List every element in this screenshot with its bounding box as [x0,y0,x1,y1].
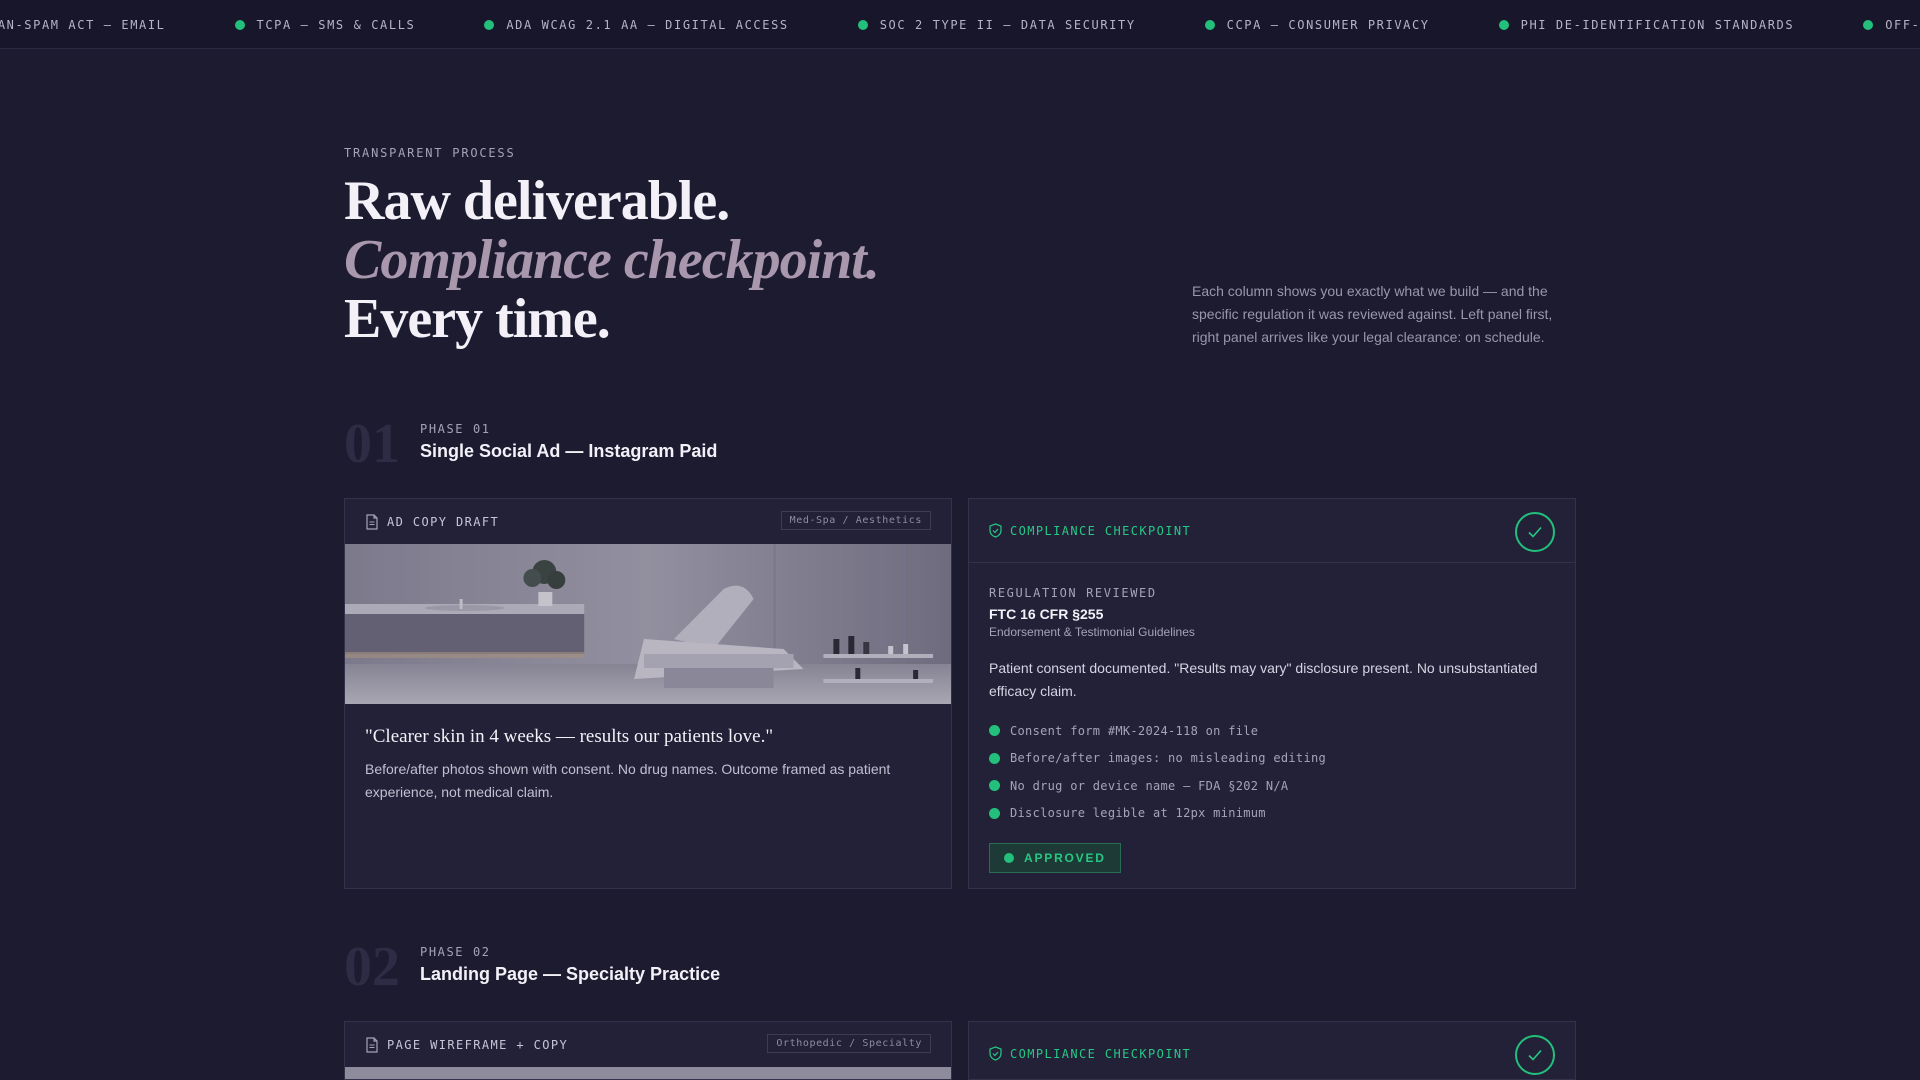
status-dot-icon [1863,19,1874,30]
wireframe-image [345,1067,951,1079]
ticker-item: OFF-LABEL PROMOTION [1863,18,1920,32]
phase-header: 02 PHASE 02 Landing Page — Specialty Pra… [344,937,944,997]
headline-line-2: Compliance checkpoint. [344,229,880,291]
status-dot-icon [484,19,495,30]
approved-dot-icon [1004,853,1014,863]
category-tag: Orthopedic / Specialty [767,1034,931,1053]
approved-status-badge: APPROVED [989,843,1121,873]
status-dot-icon [1498,19,1509,30]
compliance-body: REGULATION REVIEWED FTC 16 CFR §255 Endo… [969,563,1575,873]
ticker-label: CAN-SPAM ACT — EMAIL [0,17,166,32]
ad-description: Before/after photos shown with consent. … [365,761,891,800]
ticker-label: SOC 2 TYPE II — DATA SECURITY [879,17,1136,32]
check-dot-icon [989,807,1000,819]
ticker-label: PHI DE-IDENTIFICATION STANDARDS [1520,17,1795,32]
draft-card-header: AD COPY DRAFT Med-Spa / Aesthetics [345,499,951,544]
document-icon [366,513,378,530]
draft-card: AD COPY DRAFT Med-Spa / Aesthetics "Clea… [344,498,952,889]
compliance-checklist: Consent form #MK-2024-118 on file Before… [989,717,1555,827]
checklist-text: No drug or device name — FDA §202 N/A [1010,778,1289,793]
status-dot-icon [857,19,868,30]
regulation-title: FTC 16 CFR §255 [989,606,1104,622]
check-dot-icon [989,752,1000,764]
shield-icon [989,523,1002,538]
compliance-card: COMPLIANCE CHECKPOINT [968,1021,1576,1080]
checklist-item: Disclosure legible at 12px minimum [989,800,1555,828]
checklist-text: Before/after images: no misleading editi… [1010,751,1327,766]
compliance-label: COMPLIANCE CHECKPOINT [1010,1046,1192,1061]
checklist-item: Consent form #MK-2024-118 on file [989,717,1555,745]
draft-card: PAGE WIREFRAME + COPY Orthopedic / Speci… [344,1021,952,1080]
compliance-card-header: COMPLIANCE CHECKPOINT [969,499,1575,563]
checklist-item: Before/after images: no misleading editi… [989,745,1555,773]
draft-card-label: AD COPY DRAFT [387,514,500,529]
hero-eyebrow: TRANSPARENT PROCESS [344,146,516,160]
approved-check-icon [1515,1035,1555,1075]
regulation-eyebrow: REGULATION REVIEWED [989,586,1157,600]
draft-card-label: PAGE WIREFRAME + COPY [387,1037,569,1052]
checklist-item: No drug or device name — FDA §202 N/A [989,772,1555,800]
ad-headline-quote: "Clearer skin in 4 weeks — results our p… [365,726,774,747]
approved-label: APPROVED [1024,851,1106,865]
ticker-item: SOC 2 TYPE II — DATA SECURITY [857,17,1136,32]
compliance-ticker: CAN-SPAM ACT — EMAIL TCPA — SMS & CALLS … [0,0,1920,49]
phase-eyebrow: PHASE 02 [420,945,491,959]
compliance-card-header: COMPLIANCE CHECKPOINT [969,1022,1575,1079]
ticker-track: CAN-SPAM ACT — EMAIL TCPA — SMS & CALLS … [0,0,1920,48]
ticker-item: ADA WCAG 2.1 AA — DIGITAL ACCESS [484,18,788,32]
status-dot-icon [1204,19,1215,30]
ticker-label: TCPA — SMS & CALLS [256,17,416,32]
ticker-item: CAN-SPAM ACT — EMAIL [0,18,166,32]
compliance-card: COMPLIANCE CHECKPOINT REGULATION REVIEWE… [968,498,1576,889]
hero-headline: Raw deliverable. Compliance checkpoint. … [344,170,880,350]
phase-title: Landing Page — Specialty Practice [420,964,721,984]
ticker-label: CCPA — CONSUMER PRIVACY [1226,17,1430,32]
treatment-room-image [345,544,951,704]
ticker-item: TCPA — SMS & CALLS [234,17,416,32]
ticker-item: PHI DE-IDENTIFICATION STANDARDS [1498,17,1795,32]
check-dot-icon [989,725,1000,737]
headline-line-1: Raw deliverable. [344,170,730,232]
category-tag: Med-Spa / Aesthetics [780,511,931,530]
ticker-label: ADA WCAG 2.1 AA — DIGITAL ACCESS [506,17,789,32]
phase-number: 01 [344,413,400,475]
regulation-subtitle: Endorsement & Testimonial Guidelines [989,625,1195,639]
ticker-item: CCPA — CONSUMER PRIVACY [1204,17,1430,32]
compliance-note: Patient consent documented. "Results may… [989,660,1538,699]
phase-header: 01 PHASE 01 Single Social Ad — Instagram… [344,414,944,474]
ticker-label: OFF-LABEL PROMOTION [1885,17,1920,32]
phase-eyebrow: PHASE 01 [420,422,491,436]
phase-title: Single Social Ad — Instagram Paid [420,441,718,461]
approved-check-icon [1515,512,1555,552]
headline-line-3: Every time. [344,288,611,350]
draft-card-header: PAGE WIREFRAME + COPY Orthopedic / Speci… [345,1022,951,1067]
phase-number: 02 [344,936,400,998]
document-icon [366,1036,378,1053]
checklist-text: Consent form #MK-2024-118 on file [1010,723,1259,738]
shield-icon [989,1046,1002,1061]
compliance-label: COMPLIANCE CHECKPOINT [1010,523,1192,538]
hero-intro: Each column shows you exactly what we bu… [1192,283,1553,345]
checklist-text: Disclosure legible at 12px minimum [1010,806,1266,821]
status-dot-icon [234,19,245,30]
check-dot-icon [989,780,1000,792]
